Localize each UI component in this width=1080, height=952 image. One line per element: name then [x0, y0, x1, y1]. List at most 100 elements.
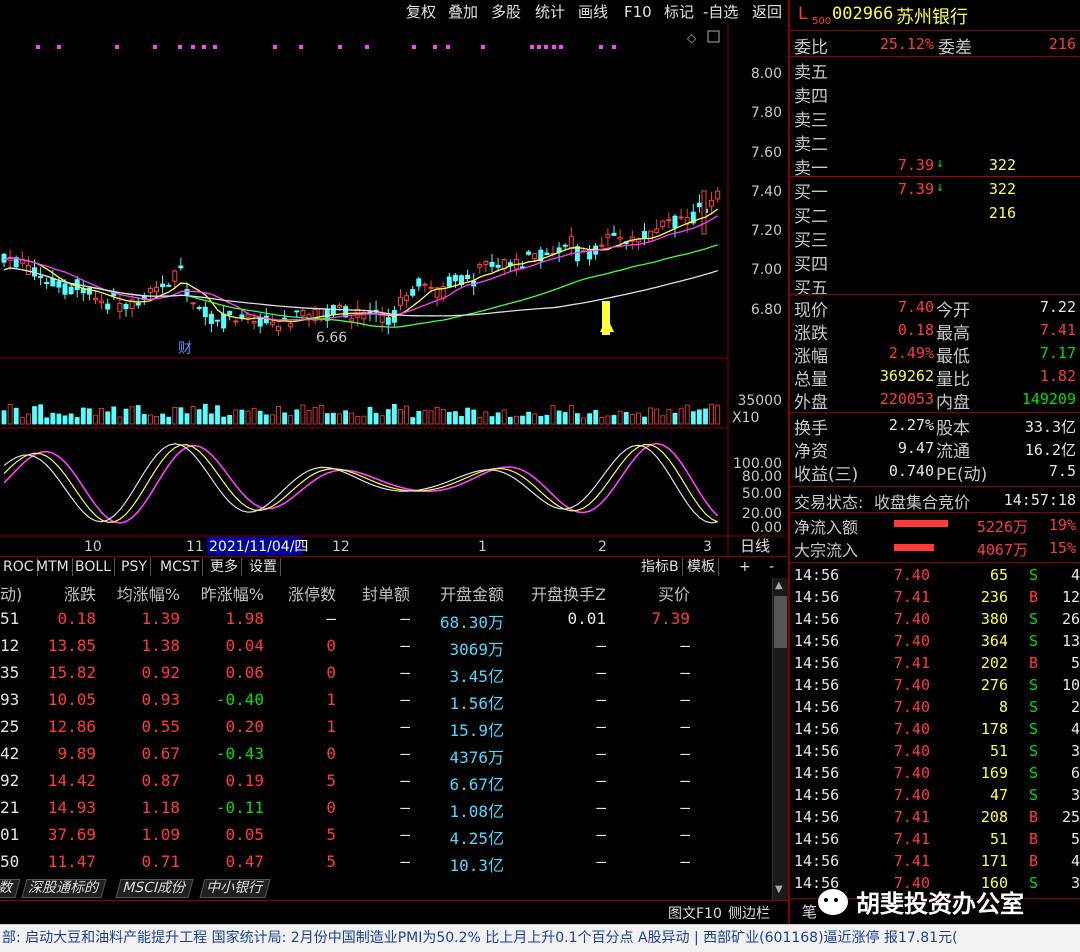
toolbar-fuquan[interactable]: 复权: [406, 2, 436, 22]
scroll-up-icon[interactable]: ▲: [775, 580, 786, 592]
tab-roc[interactable]: ROC: [0, 558, 38, 576]
volume-bar: [428, 410, 434, 425]
netin-label: 净流入额: [794, 518, 859, 537]
volume-bar: [373, 413, 379, 425]
sector-tab[interactable]: MSCI成份: [115, 879, 194, 898]
candle-body: [446, 276, 452, 287]
quote-value: 7.22: [1039, 298, 1076, 316]
volume-bar: [593, 410, 599, 425]
col-header[interactable]: 开盘换手Z: [510, 581, 606, 605]
tick-cell: 171: [980, 852, 1008, 870]
volume-bar: [477, 417, 483, 425]
tick-cell: B: [1028, 654, 1038, 672]
stat-value: 16.2亿: [1024, 441, 1076, 459]
indicator-tabs: ROC MTM BOLL PSY MCST 更多 设置 指标B 模板 + -: [0, 556, 788, 576]
volume-bar: [117, 416, 123, 425]
tick-cell: 7.40: [893, 764, 930, 782]
market-sub: 500: [812, 16, 832, 27]
kline-chart[interactable]: 8.00 7.80 7.60 7.40 7.20 7.00 6.80 35000…: [0, 24, 788, 556]
tick-cell: 14:56: [794, 676, 840, 694]
col-header[interactable]: 动): [0, 581, 22, 605]
volume-bar: [581, 417, 586, 425]
diamond-icon[interactable]: ◇: [687, 31, 697, 45]
volume-bar: [68, 413, 74, 425]
candle-body: [398, 296, 403, 306]
weibi-label: 委比: [794, 38, 828, 58]
toolbar-zixuan[interactable]: -自选: [703, 2, 738, 22]
col-header[interactable]: 买价: [620, 581, 690, 605]
tab-mtm[interactable]: MTM: [33, 558, 73, 576]
toolbar-diejia[interactable]: 叠加: [448, 2, 478, 22]
toolbar-fanhui[interactable]: 返回: [752, 2, 782, 22]
date-tick: 10: [84, 539, 102, 555]
status-time: 14:57:18: [1003, 491, 1076, 509]
tab-psy[interactable]: PSY: [118, 558, 151, 576]
tick-row: 14:56 7.41 236 B 12: [790, 587, 1080, 609]
table-cell: -0.43: [215, 744, 264, 763]
stat-label: 收益(三): [794, 465, 859, 485]
tab-mcst[interactable]: MCST: [157, 558, 204, 576]
candle-body: [276, 325, 281, 332]
table-row[interactable]: 35 15.82 0.92 0.06 0 — 3.45亿 — —: [0, 660, 772, 687]
sector-tab[interactable]: 中小银行: [199, 879, 271, 898]
col-header[interactable]: 均涨幅%: [100, 581, 180, 605]
tab-settings[interactable]: 设置: [246, 558, 281, 576]
tab-more[interactable]: 更多: [207, 558, 242, 576]
f10-button[interactable]: 图文F10: [668, 903, 722, 923]
period-label[interactable]: 日线: [740, 537, 770, 555]
table-row[interactable]: 12 13.85 1.38 0.04 0 — 3069万 — —: [0, 633, 772, 660]
candle-body: [190, 302, 196, 305]
sector-tab[interactable]: 数: [0, 879, 21, 898]
tab-boll[interactable]: BOLL: [72, 558, 115, 576]
col-header[interactable]: 涨跌: [40, 581, 96, 605]
col-header[interactable]: 涨停数: [270, 581, 336, 605]
sector-tab[interactable]: 深股通标的: [21, 879, 107, 898]
col-header[interactable]: 封单额: [344, 581, 410, 605]
tick-cell: 25: [1061, 808, 1080, 826]
news-ticker[interactable]: 部: 启动大豆和油料产能提升工程 国家统计局: 2月份中国制造业PMI为50.2…: [0, 924, 1080, 952]
toolbar-tongji[interactable]: 统计: [535, 2, 565, 22]
toolbar-duogu[interactable]: 多股: [491, 2, 521, 22]
table-row[interactable]: 01 37.69 1.09 0.05 5 — 4.25亿 — —: [0, 822, 772, 849]
tick-tab[interactable]: 笔: [802, 901, 817, 922]
sidebar-button[interactable]: 侧边栏: [728, 903, 770, 923]
tick-cell: 12: [1061, 588, 1080, 606]
watermark: 胡斐投资办公室: [818, 884, 1024, 919]
col-header[interactable]: 开盘金额: [418, 581, 504, 605]
table-row[interactable]: 93 10.05 0.93 -0.40 1 — 1.56亿 — —: [0, 687, 772, 714]
candle-body: [202, 306, 208, 318]
volume-bar: [312, 407, 318, 425]
tick-cell: 4: [1070, 720, 1080, 738]
table-cell: 42: [0, 744, 20, 763]
table-row[interactable]: 50 11.47 0.71 0.47 5 — 10.3亿 — —: [0, 849, 772, 876]
status-strip: 图文F10 侧边栏: [0, 900, 788, 924]
table-cell: 4.25亿: [449, 829, 504, 848]
tab-template[interactable]: 模板: [684, 558, 719, 576]
add-button[interactable]: +: [736, 558, 754, 576]
restore-icon[interactable]: [707, 30, 720, 43]
table-row[interactable]: 42 9.89 0.67 -0.43 0 — 4376万 — —: [0, 741, 772, 768]
table-row[interactable]: 92 14.42 0.87 0.19 5 — 6.67亿 — —: [0, 768, 772, 795]
remove-button[interactable]: -: [766, 558, 777, 576]
table-row[interactable]: 25 12.86 0.55 0.20 1 — 15.9亿 — —: [0, 714, 772, 741]
toolbar-f10[interactable]: F10: [624, 2, 652, 22]
volume-bar: [660, 415, 666, 425]
table-cell: 1: [326, 690, 336, 709]
table-cell: 1.18: [141, 798, 180, 817]
toolbar-huaxian[interactable]: 画线: [578, 2, 608, 22]
scrollbar[interactable]: ▲ ▼: [772, 578, 788, 900]
scroll-thumb[interactable]: [774, 596, 787, 648]
price-tick: 7.20: [751, 223, 782, 239]
table-row[interactable]: 51 0.18 1.39 1.98 — — 68.30万 0.01 7.39: [0, 606, 772, 633]
candle-body: [227, 311, 233, 316]
tick-cell: 364: [980, 632, 1008, 650]
candle-body: [233, 320, 239, 323]
toolbar-biaoji[interactable]: 标记: [664, 2, 694, 22]
tab-indicator-b[interactable]: 指标B: [638, 558, 683, 576]
table-cell: —: [596, 798, 606, 817]
col-header[interactable]: 昨涨幅%: [186, 581, 264, 605]
stat-label: 股本: [936, 419, 970, 439]
ticker-text[interactable]: 部: 启动大豆和油料产能提升工程 国家统计局: 2月份中国制造业PMI为50.2…: [0, 930, 958, 946]
candle-body: [483, 261, 489, 265]
table-row[interactable]: 21 14.93 1.18 -0.11 0 — 1.08亿 — —: [0, 795, 772, 822]
